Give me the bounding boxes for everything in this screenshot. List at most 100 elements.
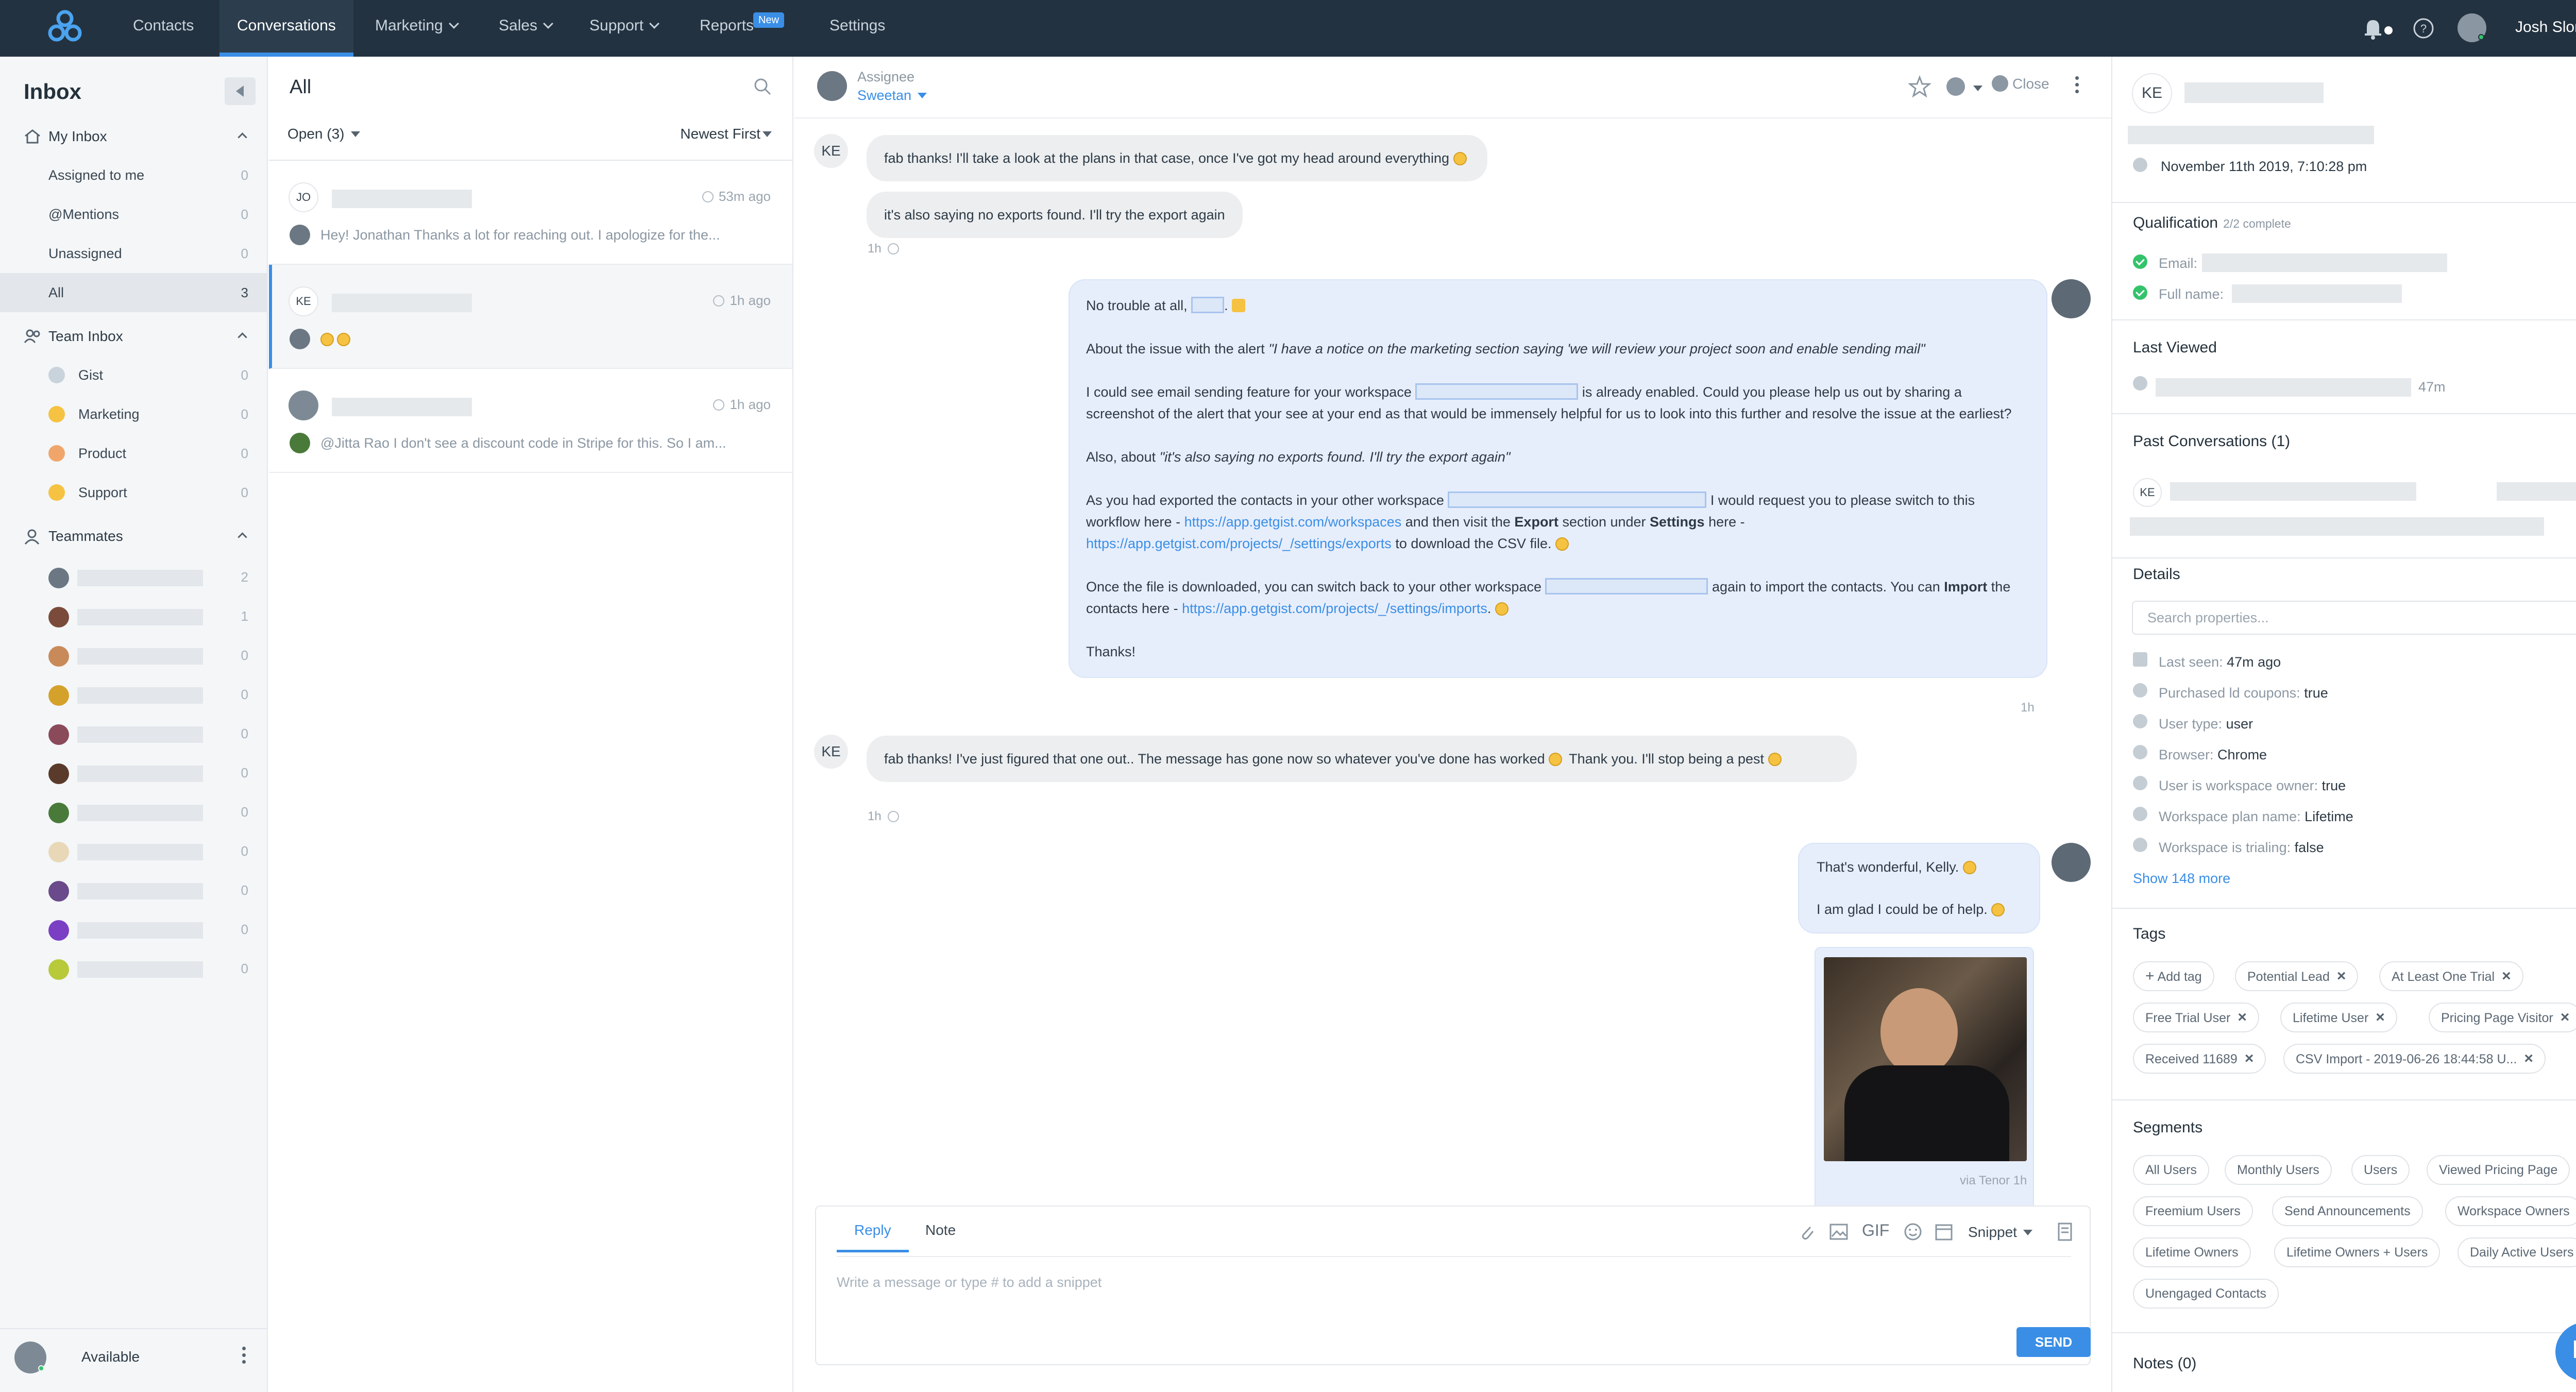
snooze-icon[interactable] — [1946, 77, 1965, 96]
last-viewed-header[interactable]: Last Viewed — [2133, 339, 2217, 357]
nav-contacts[interactable]: Contacts — [133, 0, 194, 57]
notification-bell-icon[interactable] — [2363, 17, 2394, 40]
message-input[interactable]: Write a message or type # to add a snipp… — [837, 1275, 1101, 1291]
more-menu-icon[interactable] — [242, 1347, 246, 1367]
tag-chip[interactable]: CSV Import - 2019-06-26 18:44:58 U... × — [2283, 1044, 2546, 1074]
image-icon[interactable] — [1829, 1222, 1849, 1242]
assignee-dropdown[interactable]: Sweetan — [857, 88, 927, 104]
segment-chip[interactable]: Unengaged Contacts — [2133, 1279, 2279, 1309]
exports-settings-link[interactable]: https://app.getgist.com/projects/_/setti… — [1086, 536, 1392, 551]
conversation-item[interactable]: 1h ago @Jitta Rao I don't see a discount… — [269, 369, 792, 473]
my-inbox-section[interactable]: My Inbox — [0, 118, 268, 155]
nav-settings[interactable]: Settings — [829, 0, 885, 57]
segment-chip[interactable]: Freemium Users — [2133, 1196, 2253, 1226]
segment-chip[interactable]: Lifetime Owners — [2133, 1237, 2251, 1267]
calendar-icon[interactable] — [1934, 1222, 1954, 1242]
user-name[interactable]: Josh Slone — [2515, 0, 2576, 55]
more-menu-icon[interactable] — [2075, 76, 2079, 96]
remove-tag-icon[interactable]: × — [2238, 1004, 2247, 1031]
teammate-item[interactable]: 0 — [0, 753, 267, 792]
sidebar-item-mentions[interactable]: @Mentions 0 — [0, 195, 267, 234]
show-more-link[interactable]: Show 148 more — [2133, 871, 2230, 887]
remove-tag-icon[interactable]: × — [2376, 1004, 2385, 1031]
remove-tag-icon[interactable]: × — [2337, 962, 2346, 990]
teammate-item[interactable]: 0 — [0, 871, 267, 910]
message-text: As you had exported the contacts in your… — [1086, 493, 1448, 508]
tab-note[interactable]: Note — [925, 1222, 956, 1238]
teammates-section[interactable]: Teammates — [0, 518, 268, 554]
sidebar-item-unassigned[interactable]: Unassigned 0 — [0, 234, 267, 273]
teammate-item[interactable]: 1 — [0, 597, 267, 636]
sort-dropdown[interactable]: Newest First — [680, 126, 772, 142]
status-filter-dropdown[interactable]: Open (3) — [287, 126, 360, 142]
nav-conversations[interactable]: Conversations — [219, 0, 353, 57]
remove-tag-icon[interactable]: × — [2245, 1045, 2254, 1073]
gif-button[interactable]: GIF — [1862, 1221, 1889, 1240]
search-icon[interactable] — [752, 76, 773, 97]
segment-chip[interactable]: Daily Active Users — [2458, 1237, 2576, 1267]
segment-chip[interactable]: Viewed Pricing Page — [2427, 1155, 2570, 1185]
tag-chip[interactable]: Free Trial User × — [2133, 1003, 2259, 1032]
workspaces-link[interactable]: https://app.getgist.com/workspaces — [1184, 514, 1402, 530]
teammate-item[interactable]: 0 — [0, 949, 267, 988]
sidebar-item-product[interactable]: Product 0 — [0, 434, 267, 473]
help-icon[interactable]: ? — [2412, 17, 2435, 40]
teammate-item[interactable]: 2 — [0, 557, 267, 597]
snippet-dropdown[interactable]: Snippet — [1968, 1224, 2032, 1241]
close-conversation-button[interactable]: Close — [1992, 75, 2049, 92]
attachment-icon[interactable] — [1798, 1222, 1816, 1242]
segment-chip[interactable]: Workspace Owners — [2445, 1196, 2576, 1226]
past-conversations-header[interactable]: Past Conversations (1) — [2133, 433, 2290, 450]
teammate-item[interactable]: 0 — [0, 792, 267, 831]
sidebar-item-gist[interactable]: Gist 0 — [0, 355, 267, 395]
teammate-item[interactable]: 0 — [0, 636, 267, 675]
gist-logo-icon[interactable] — [45, 8, 84, 47]
sidebar-item-assigned-to-me[interactable]: Assigned to me 0 — [0, 156, 267, 195]
send-button[interactable]: SEND — [2016, 1327, 2091, 1357]
nav-marketing[interactable]: Marketing — [375, 0, 459, 57]
qualification-header[interactable]: Qualification 2/2 complete — [2133, 214, 2291, 232]
article-icon[interactable] — [2057, 1222, 2073, 1242]
nav-support[interactable]: Support — [589, 0, 659, 57]
teammate-item[interactable]: 0 — [0, 831, 267, 871]
teammate-item[interactable]: 0 — [0, 910, 267, 949]
notes-header[interactable]: Notes (0) — [2133, 1355, 2196, 1372]
property-search-input[interactable]: Search properties... — [2132, 601, 2576, 635]
segment-chip[interactable]: Users — [2351, 1155, 2410, 1185]
remove-tag-icon[interactable]: × — [2502, 962, 2511, 990]
segments-header[interactable]: Segments — [2133, 1119, 2202, 1136]
tag-chip[interactable]: Pricing Page Visitor × — [2429, 1003, 2576, 1032]
tab-reply[interactable]: Reply — [837, 1222, 909, 1252]
remove-tag-icon[interactable]: × — [2561, 1004, 2570, 1031]
collapse-sidebar-button[interactable] — [225, 77, 256, 105]
current-user-avatar[interactable] — [14, 1342, 46, 1373]
tag-chip[interactable]: At Least One Trial × — [2379, 961, 2523, 991]
tags-header[interactable]: Tags — [2133, 925, 2165, 943]
details-header[interactable]: Details — [2133, 566, 2180, 583]
segment-chip[interactable]: Monthly Users — [2225, 1155, 2332, 1185]
remove-tag-icon[interactable]: × — [2524, 1045, 2533, 1073]
user-avatar[interactable] — [2458, 13, 2486, 42]
nav-sales[interactable]: Sales — [499, 0, 553, 57]
tag-chip[interactable]: Lifetime User × — [2280, 1003, 2397, 1032]
emoji-picker-icon[interactable] — [1903, 1222, 1923, 1242]
sidebar-item-support[interactable]: Support 0 — [0, 473, 267, 512]
conversation-item[interactable]: KE 1h ago — [269, 265, 792, 369]
tag-chip[interactable]: Received 11689 × — [2133, 1044, 2266, 1074]
tag-chip[interactable]: Potential Lead × — [2235, 961, 2359, 991]
sidebar-item-marketing[interactable]: Marketing 0 — [0, 395, 267, 434]
conversation-item[interactable]: JO 53m ago Hey! Jonathan Thanks a lot fo… — [269, 161, 792, 265]
star-icon[interactable] — [1908, 75, 1931, 98]
segment-chip[interactable]: Lifetime Owners + Users — [2274, 1237, 2441, 1267]
nav-reports[interactable]: Reports — [700, 0, 754, 57]
teammate-item[interactable]: 0 — [0, 675, 267, 714]
add-tag-button[interactable]: + Add tag — [2133, 961, 2214, 991]
teammate-item[interactable]: 0 — [0, 714, 267, 753]
segment-chip[interactable]: All Users — [2133, 1155, 2210, 1185]
availability-status[interactable]: Available — [81, 1329, 140, 1385]
sidebar-item-all[interactable]: All 3 — [0, 273, 267, 312]
past-conversation-redacted[interactable] — [2170, 482, 2416, 501]
segment-chip[interactable]: Send Announcements — [2272, 1196, 2423, 1226]
team-inbox-section[interactable]: Team Inbox — [0, 318, 268, 354]
imports-settings-link[interactable]: https://app.getgist.com/projects/_/setti… — [1182, 601, 1487, 616]
